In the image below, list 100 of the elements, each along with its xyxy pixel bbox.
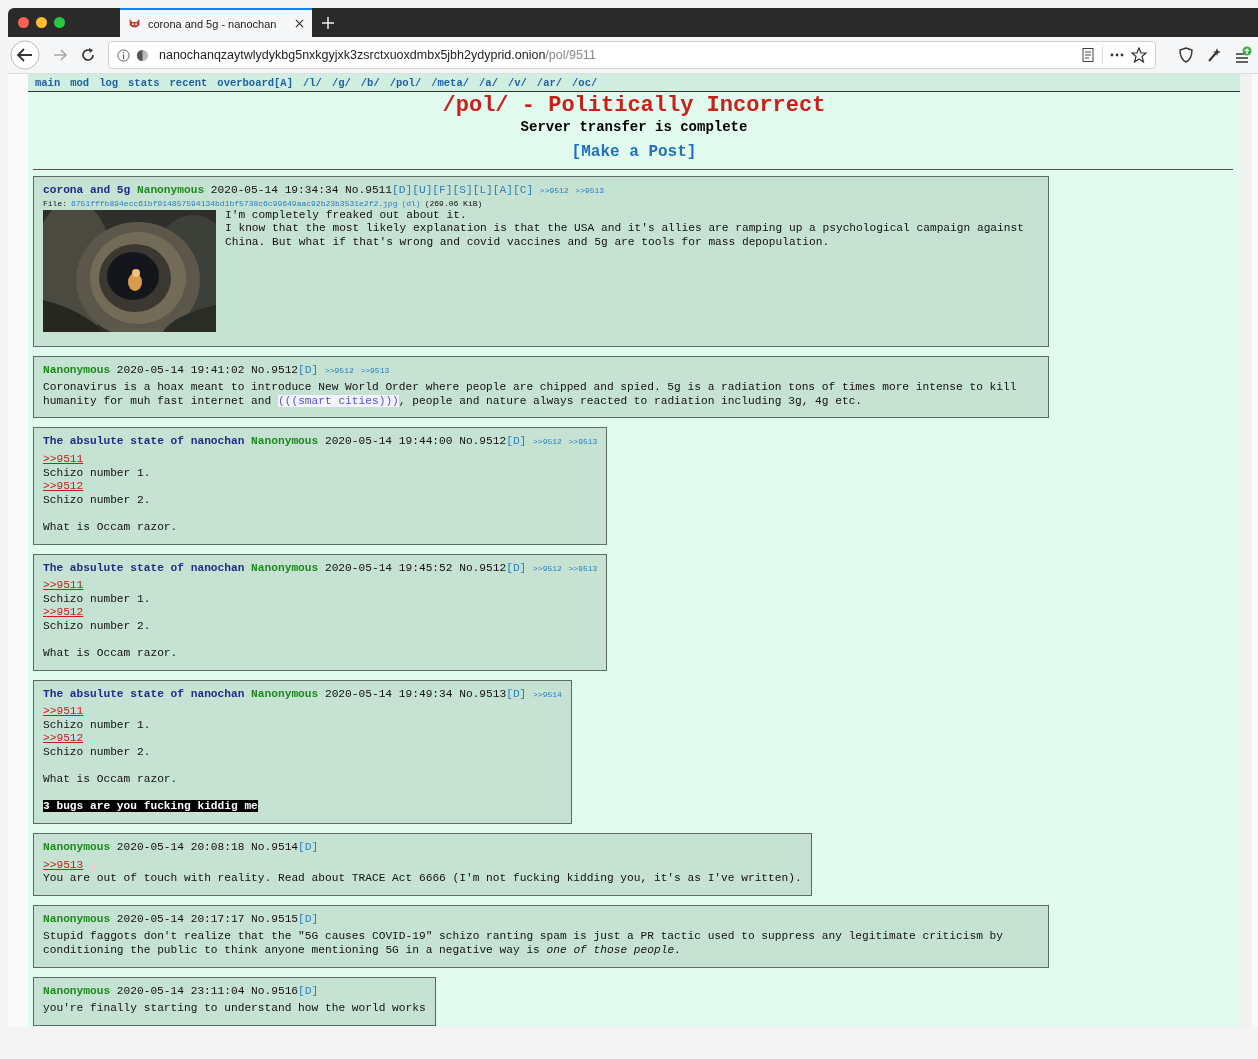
- quote-link[interactable]: >>9511: [43, 705, 84, 718]
- maximize-window-button[interactable]: [54, 17, 65, 28]
- file-link[interactable]: 6751fffb894ecc61bf914857594134bd1bf5738c6c99649aac92b23b3531e2f2.jpg: [71, 198, 398, 209]
- backlink[interactable]: >>9513: [360, 363, 390, 378]
- poster-name: Nanonymous: [43, 841, 111, 855]
- post-text: Schizo number 1.: [43, 466, 152, 481]
- post-action-link[interactable]: [U]: [412, 184, 433, 196]
- backlink[interactable]: >>9512: [533, 561, 562, 576]
- close-window-button[interactable]: [18, 17, 29, 28]
- menu-icon[interactable]: [1234, 46, 1252, 64]
- nav-link[interactable]: recent: [169, 76, 208, 89]
- post-text: Schizo number 1.: [43, 718, 152, 733]
- post-text: What is Occam razor.: [43, 520, 179, 535]
- post-date: 2020-05-14 19:49:34: [324, 687, 453, 702]
- post-number[interactable]: No.9513: [459, 687, 507, 700]
- poster-name: Nanonymous: [251, 435, 319, 449]
- backlink[interactable]: >>9514: [533, 687, 562, 702]
- backlink[interactable]: >>9513: [568, 561, 598, 576]
- notice-text: Server transfer is complete: [520, 119, 748, 135]
- nav-link[interactable]: /v/: [507, 76, 527, 89]
- reload-icon[interactable]: [80, 47, 96, 63]
- post-number[interactable]: No.9512: [459, 561, 507, 574]
- backlink[interactable]: >>9513: [568, 435, 598, 449]
- nav-link[interactable]: log: [99, 76, 119, 89]
- quote-link[interactable]: >>9512: [43, 606, 84, 619]
- poster-name: Nanonymous: [43, 984, 111, 999]
- quote-link[interactable]: >>9512: [43, 732, 84, 745]
- browser-tab[interactable]: corona and 5g - nanochan: [120, 8, 312, 37]
- backlink[interactable]: >>9513: [575, 184, 605, 198]
- post-action-link[interactable]: [L]: [472, 184, 493, 196]
- reader-view-icon[interactable]: [1080, 47, 1096, 63]
- board-title: /pol/ - Politically Incorrect: [442, 95, 826, 117]
- nav-link[interactable]: /b/: [360, 76, 380, 89]
- post-action-link[interactable]: [C]: [513, 184, 534, 196]
- magic-wand-icon[interactable]: [1206, 47, 1222, 63]
- new-tab-icon[interactable]: [322, 16, 334, 29]
- post-text: I'm completely freaked out about it.: [224, 208, 468, 223]
- post-action-link[interactable]: [S]: [452, 184, 473, 196]
- post-date: 2020-05-14 23:11:04: [116, 984, 245, 999]
- spoiler-text: 3 bugs are you fucking kiddig me: [43, 800, 258, 813]
- post-action-link[interactable]: [D]: [392, 184, 413, 196]
- post-action-link[interactable]: [D]: [506, 687, 527, 700]
- post-number[interactable]: No.9511: [345, 184, 393, 196]
- post-action-link[interactable]: [F]: [432, 184, 453, 196]
- post-action-link[interactable]: [D]: [298, 363, 319, 376]
- post-date: 2020-05-14 19:41:02: [116, 363, 245, 378]
- poster-name: Nanonymous: [43, 912, 111, 927]
- url-text: nanochanqzaytwlydykbg5nxkgyjxk3zsrctxuoxdmbx5jbh2ydyprid.onion/pol/9511: [159, 48, 596, 62]
- post-date: 2020-05-14 20:08:18: [116, 841, 245, 855]
- post-action-link[interactable]: [D]: [506, 561, 527, 574]
- post-text: you're finally starting to understand how the world works: [43, 1002, 426, 1016]
- quote-link[interactable]: >>9512: [43, 480, 84, 493]
- post-number[interactable]: No.9515: [251, 912, 299, 925]
- post-text: You are out of touch with reality. Read about TRACE Act 6666 (I'm not fucking kidding you, it's as I've written).: [43, 872, 802, 886]
- post-number[interactable]: No.9512: [459, 435, 507, 448]
- address-bar[interactable]: nanochanqzaytwlydykbg5nxkgyjxk3zsrctxuoxdmbx5jbh2ydyprid.onion/pol/9511: [108, 41, 1156, 69]
- post-text: What is Occam razor.: [43, 647, 179, 661]
- post-text: Schizo number 2.: [43, 746, 152, 760]
- nav-link[interactable]: main: [35, 76, 61, 89]
- nav-link[interactable]: /oc/: [572, 76, 598, 89]
- close-icon[interactable]: [295, 19, 304, 28]
- make-post-link[interactable]: [Make a Post]: [571, 143, 697, 161]
- post-text: Schizo number 2.: [43, 493, 152, 508]
- nav-link[interactable]: mod: [70, 76, 90, 89]
- nav-link[interactable]: overboard[A]: [217, 76, 293, 89]
- back-icon[interactable]: [10, 40, 40, 70]
- nav-link[interactable]: /ar/: [536, 76, 563, 89]
- post-text: I know that the most likely explanation is that the USA and it's allies are ramping up a psychological campaign against China. But what if that's wrong and covid vaccines and 5g are tools for mass depopulation.: [224, 222, 1025, 250]
- post-text: Schizo number 2.: [43, 619, 152, 634]
- quote-link[interactable]: >>9511: [43, 452, 84, 465]
- backlink[interactable]: >>9512: [539, 184, 569, 198]
- post-action-link[interactable]: [D]: [506, 435, 527, 448]
- star-icon[interactable]: [1131, 47, 1147, 63]
- minimize-window-button[interactable]: [36, 17, 47, 28]
- post-subject: The absulute state of nanochan: [43, 435, 245, 449]
- backlink[interactable]: >>9512: [533, 435, 562, 449]
- post-action-link[interactable]: [A]: [492, 184, 513, 196]
- backlink[interactable]: >>9512: [324, 363, 354, 378]
- post-action-link[interactable]: [D]: [298, 912, 319, 925]
- nav-link[interactable]: /a/: [479, 76, 498, 89]
- download-link[interactable]: (dl): [401, 198, 421, 209]
- poster-name: Nanonymous: [136, 184, 205, 198]
- quote-link[interactable]: >>9513: [43, 858, 84, 871]
- nav-link[interactable]: /meta/: [431, 76, 470, 89]
- post-action-link[interactable]: [D]: [298, 841, 319, 854]
- half-circle-icon: [136, 48, 149, 62]
- nav-link[interactable]: /g/: [331, 76, 351, 89]
- scrollbar[interactable]: [1240, 74, 1252, 1027]
- nav-link[interactable]: /pol/: [389, 76, 422, 89]
- nav-link[interactable]: /l/: [303, 76, 322, 89]
- post-number[interactable]: No.9512: [251, 363, 299, 376]
- post-action-link[interactable]: [D]: [298, 984, 319, 997]
- nav-link[interactable]: stats: [128, 76, 160, 89]
- poster-name: Nanonymous: [251, 561, 319, 576]
- info-icon[interactable]: [117, 48, 130, 62]
- post-subject: corona and 5g: [43, 184, 131, 198]
- quote-link[interactable]: >>9511: [43, 579, 84, 592]
- shield-icon[interactable]: [1178, 47, 1194, 63]
- post-number[interactable]: No.9514: [251, 841, 299, 854]
- post-number[interactable]: No.9516: [251, 984, 299, 997]
